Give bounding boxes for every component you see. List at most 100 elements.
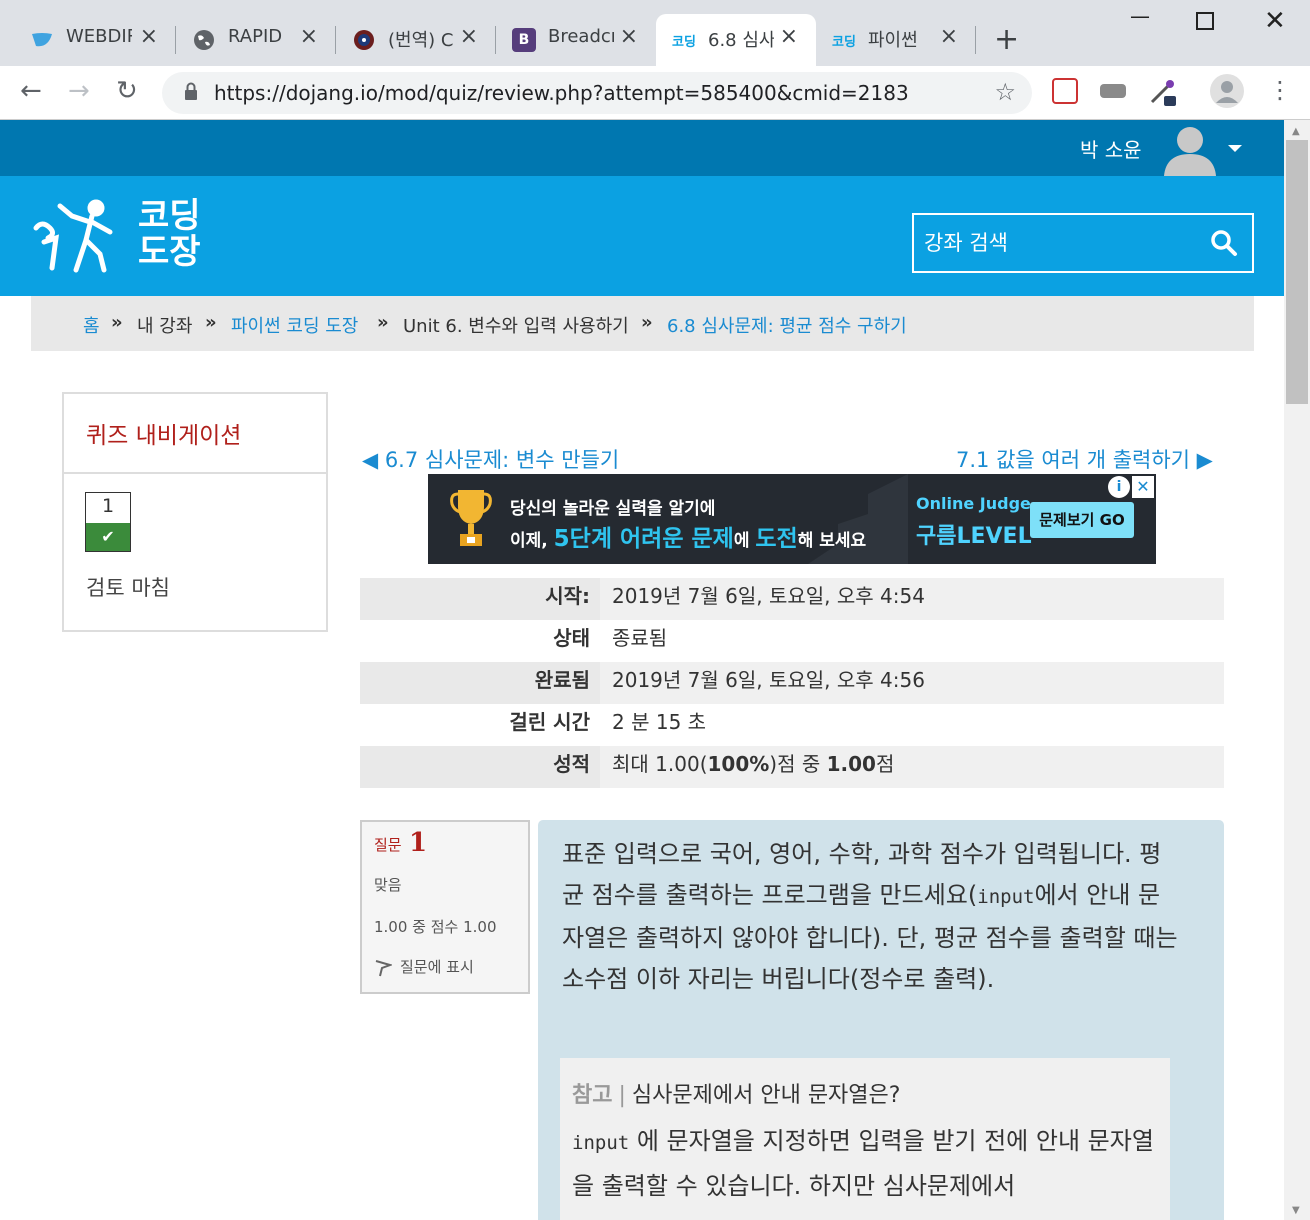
previous-activity-link[interactable]: ◀ 6.7 심사문제: 변수 만들기 bbox=[362, 444, 619, 474]
close-tab-icon[interactable]: × bbox=[780, 24, 798, 49]
extension-shield-icon[interactable] bbox=[1052, 78, 1078, 104]
browser-tab-active[interactable]: 코딩 6.8 심사 × bbox=[656, 14, 816, 66]
user-bar: 박 소윤 bbox=[0, 120, 1284, 176]
browser-tab[interactable]: RAPID × bbox=[162, 14, 336, 66]
reddit-favicon-icon bbox=[352, 28, 376, 52]
summary-label: 성적 bbox=[360, 746, 600, 788]
logo-line-1: 코딩 bbox=[138, 196, 201, 236]
scroll-up-icon[interactable]: ▲ bbox=[1292, 126, 1300, 137]
note-header: 참고 | 심사문제에서 안내 문자열은? bbox=[572, 1072, 1158, 1120]
minimize-icon[interactable]: — bbox=[1130, 4, 1150, 28]
ad-cta-button[interactable]: 문제보기 GO bbox=[1030, 502, 1134, 538]
search-icon[interactable] bbox=[1210, 229, 1238, 257]
browser-tab[interactable]: (번역) C × bbox=[322, 14, 496, 66]
breadcrumb-separator: » bbox=[641, 312, 653, 333]
site-logo-text[interactable]: 코딩 도장 bbox=[138, 198, 201, 270]
tab-title: (번역) C bbox=[388, 30, 454, 51]
close-tab-icon[interactable]: × bbox=[300, 24, 318, 49]
forward-icon[interactable]: → bbox=[68, 76, 90, 106]
summary-value: 2019년 7월 6일, 토요일, 오후 4:56 bbox=[612, 668, 925, 692]
note-tag: 참고 bbox=[572, 1083, 613, 1108]
bookmark-star-icon[interactable]: ☆ bbox=[994, 78, 1016, 106]
question-1-nav-button[interactable]: 1 ✔ bbox=[85, 492, 131, 552]
scrollbar-thumb[interactable] bbox=[1286, 140, 1308, 404]
user-name[interactable]: 박 소윤 bbox=[1080, 134, 1142, 163]
maximize-icon[interactable] bbox=[1196, 12, 1214, 30]
breadcrumb-separator: » bbox=[377, 312, 389, 333]
summary-value: 종료됨 bbox=[612, 626, 668, 650]
browser-tab[interactable]: B Breadcr × bbox=[482, 14, 656, 66]
grade-percent: 100% bbox=[707, 752, 770, 776]
tab-title: 6.8 심사 bbox=[708, 30, 774, 51]
extension-dropper-icon[interactable] bbox=[1148, 78, 1176, 106]
breadcrumb-course[interactable]: 파이썬 코딩 도장 bbox=[231, 312, 358, 338]
question-number: 1 bbox=[409, 828, 428, 858]
grade-text: 점 bbox=[875, 752, 895, 776]
close-tab-icon[interactable]: × bbox=[140, 24, 158, 49]
flag-question-label: 질문에 표시 bbox=[400, 958, 474, 976]
inline-code: input bbox=[977, 886, 1035, 908]
note-body-text: 에 문자열을 지정하면 입력을 받기 전에 안내 문자열을 출력할 수 있습니다… bbox=[572, 1127, 1154, 1200]
browser-toolbar: ← → ↻ https://dojang.io/mod/quiz/review.… bbox=[0, 66, 1310, 120]
tab-title: WEBDIR bbox=[66, 26, 132, 47]
question-content: 표준 입력으로 국어, 영어, 수학, 과학 점수가 입력됩니다. 평균 점수를… bbox=[538, 820, 1224, 1220]
address-bar[interactable]: https://dojang.io/mod/quiz/review.php?at… bbox=[162, 72, 1032, 114]
ad-text: 이제, bbox=[510, 531, 554, 551]
browser-tab[interactable]: 코딩 파이썬 × bbox=[816, 14, 976, 66]
next-activity-link[interactable]: 7.1 값을 여러 개 출력하기 ▶ bbox=[956, 444, 1213, 474]
close-window-icon[interactable]: ✕ bbox=[1264, 6, 1286, 36]
close-tab-icon[interactable]: × bbox=[460, 24, 478, 49]
ad-close-icon[interactable]: ✕ bbox=[1132, 476, 1154, 498]
breadcrumb: 홈 » 내 강좌 » 파이썬 코딩 도장 » Unit 6. 변수와 입력 사용… bbox=[31, 296, 1254, 351]
course-search-input[interactable] bbox=[914, 215, 1204, 271]
summary-value: 2 분 15 초 bbox=[612, 710, 707, 734]
note-separator: | bbox=[618, 1083, 626, 1108]
ad-subline: 이제, 5단계 어려운 문제에 도전해 보세요 bbox=[510, 519, 866, 553]
browser-tab[interactable]: WEBDIR × bbox=[0, 14, 176, 66]
question-label: 질문 bbox=[374, 836, 402, 854]
bootstrap-favicon-icon: B bbox=[512, 28, 536, 52]
back-icon[interactable]: ← bbox=[20, 76, 42, 106]
extension-keyboard-icon[interactable] bbox=[1100, 84, 1126, 98]
breadcrumb-current[interactable]: 6.8 심사문제: 평균 점수 구하기 bbox=[667, 312, 907, 338]
user-avatar-icon[interactable] bbox=[1162, 122, 1218, 176]
tab-title: RAPID bbox=[228, 26, 283, 47]
inline-code: input bbox=[572, 1132, 630, 1154]
user-menu-caret-icon[interactable] bbox=[1228, 145, 1242, 152]
ad-info-icon[interactable]: i bbox=[1108, 476, 1130, 498]
attempt-summary-table: 시작: 2019년 7월 6일, 토요일, 오후 4:54 상태 종료됨 완료됨… bbox=[360, 578, 1224, 788]
summary-row-time-taken: 걸린 시간 2 분 15 초 bbox=[360, 704, 1224, 746]
profile-avatar-icon[interactable] bbox=[1210, 74, 1244, 108]
summary-label: 시작: bbox=[360, 578, 600, 620]
summary-value: 2019년 7월 6일, 토요일, 오후 4:54 bbox=[612, 584, 925, 608]
summary-label: 걸린 시간 bbox=[509, 710, 590, 734]
browser-menu-icon[interactable]: ⋮ bbox=[1268, 76, 1292, 104]
breadcrumb-home[interactable]: 홈 bbox=[83, 312, 100, 338]
flag-question-link[interactable]: 질문에 표시 bbox=[374, 956, 474, 977]
quiz-navigation-title: 퀴즈 내비게이션 bbox=[86, 423, 242, 449]
summary-row-grade: 성적 최대 1.00(100%)점 중 1.00점 bbox=[360, 746, 1224, 788]
tab-title: Breadcr bbox=[548, 26, 614, 47]
close-tab-icon[interactable]: × bbox=[620, 24, 638, 49]
site-header: 코딩 도장 bbox=[0, 176, 1284, 296]
ad-banner[interactable]: 당신의 놀라운 실력을 알기에 이제, 5단계 어려운 문제에 도전해 보세요 … bbox=[428, 474, 1156, 564]
url-text[interactable]: https://dojang.io/mod/quiz/review.php?at… bbox=[214, 81, 909, 105]
reload-icon[interactable]: ↻ bbox=[116, 76, 138, 106]
question-info-box: 질문 1 맞음 1.00 중 점수 1.00 질문에 표시 bbox=[360, 820, 530, 994]
page-scrollbar[interactable]: ▲ ▼ bbox=[1284, 120, 1310, 1220]
grade-text: 최대 1.00( bbox=[612, 752, 708, 776]
ad-highlight: 도전 bbox=[755, 526, 798, 552]
dojang-favicon-icon: 코딩 bbox=[672, 34, 696, 50]
finish-review-link[interactable]: 검토 마침 bbox=[86, 572, 170, 602]
ad-brand-bottom: 구름LEVEL bbox=[916, 524, 1032, 549]
close-tab-icon[interactable]: × bbox=[940, 24, 958, 49]
breadcrumb-my-courses: 내 강좌 bbox=[137, 316, 193, 337]
quiz-navigation-block: 퀴즈 내비게이션 1 ✔ 검토 마침 bbox=[62, 392, 328, 632]
coding-dojang-logo-icon[interactable] bbox=[30, 198, 126, 274]
course-search-box bbox=[912, 213, 1254, 273]
webdir-favicon-icon bbox=[30, 28, 54, 52]
ad-text: 에 bbox=[733, 531, 756, 551]
summary-row-started: 시작: 2019년 7월 6일, 토요일, 오후 4:54 bbox=[360, 578, 1224, 620]
scroll-down-icon[interactable]: ▼ bbox=[1292, 1205, 1300, 1216]
new-tab-icon[interactable]: + bbox=[994, 22, 1019, 57]
